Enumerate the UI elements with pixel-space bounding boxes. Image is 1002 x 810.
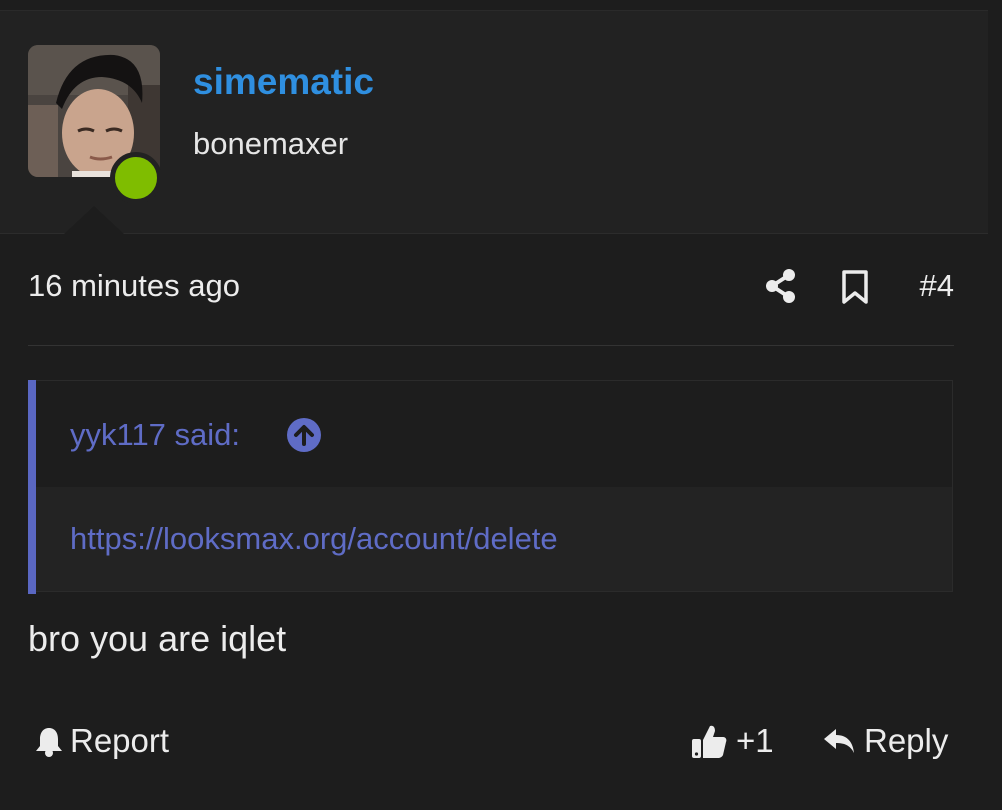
username[interactable]: simematic bbox=[193, 61, 374, 103]
quote-block: yyk117 said: https://looksmax.org/accoun… bbox=[28, 380, 953, 594]
quoted-link[interactable]: https://looksmax.org/account/delete bbox=[70, 521, 558, 557]
report-button[interactable]: Report bbox=[34, 718, 169, 764]
quote-header: yyk117 said: bbox=[36, 381, 952, 487]
quote-body: https://looksmax.org/account/delete bbox=[36, 487, 952, 591]
reply-label: Reply bbox=[864, 722, 949, 759]
post-message: bro you are iqlet bbox=[28, 618, 287, 659]
post-meta-row: 16 minutes ago #4 bbox=[28, 262, 954, 314]
like-count: +1 bbox=[736, 722, 774, 759]
meta-divider bbox=[28, 345, 954, 346]
post-number-link[interactable]: #4 bbox=[920, 268, 954, 304]
reply-button[interactable]: Reply bbox=[822, 718, 948, 764]
online-status-indicator bbox=[110, 152, 162, 204]
thumbs-up-icon bbox=[690, 722, 728, 760]
share-icon[interactable] bbox=[764, 268, 798, 304]
user-title: bonemaxer bbox=[193, 126, 349, 161]
quote-accent-bar bbox=[28, 380, 36, 594]
report-label: Report bbox=[70, 722, 170, 759]
arrow-up-circle-icon[interactable] bbox=[286, 417, 322, 453]
reply-arrow-icon bbox=[822, 725, 856, 757]
bookmark-icon[interactable] bbox=[840, 270, 870, 304]
header-pointer bbox=[64, 206, 124, 234]
post-actions: Report +1 Reply bbox=[28, 718, 954, 768]
bell-icon bbox=[34, 725, 64, 757]
post-user-header: simematic bonemaxer bbox=[0, 10, 988, 234]
post-timestamp[interactable]: 16 minutes ago bbox=[28, 268, 240, 304]
quote-author-said[interactable]: yyk117 said: bbox=[70, 417, 240, 453]
forum-post: simematic bonemaxer 16 minutes ago #4 yy… bbox=[0, 0, 1002, 810]
like-button[interactable]: +1 bbox=[690, 718, 774, 764]
